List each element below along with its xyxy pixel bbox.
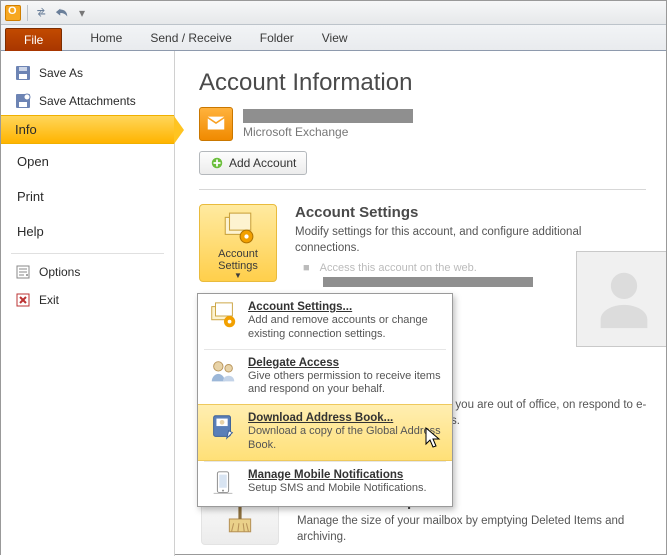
dropdown-item-title: Account Settings...: [248, 301, 442, 313]
backstage-sidebar: Save As Save Attachments Info Open Print…: [1, 51, 175, 556]
mouse-cursor-icon: [425, 427, 443, 449]
dropdown-delegate-access[interactable]: Delegate Access Give others permission t…: [198, 350, 452, 405]
bullet-icon: ■: [303, 262, 310, 274]
address-book-icon: [208, 412, 238, 442]
dropdown-mobile-notifications[interactable]: Manage Mobile Notifications Setup SMS an…: [198, 462, 452, 506]
undo-icon[interactable]: [54, 5, 70, 21]
sidebar-exit[interactable]: Exit: [1, 286, 174, 314]
plus-icon: [210, 156, 224, 170]
dropdown-item-desc: Download a copy of the Global Address Bo…: [248, 425, 442, 453]
dropdown-item-desc: Give others permission to receive items …: [248, 370, 442, 398]
section-desc: Manage the size of your mailbox by empty…: [297, 514, 658, 545]
tab-view[interactable]: View: [308, 26, 362, 50]
sidebar-separator: [11, 253, 164, 254]
sidebar-open[interactable]: Open: [1, 144, 174, 179]
tab-home[interactable]: Home: [76, 26, 136, 50]
sidebar-item-label: Save As: [39, 66, 83, 80]
sidebar-print[interactable]: Print: [1, 179, 174, 214]
dropdown-item-desc: Setup SMS and Mobile Notifications.: [248, 482, 427, 496]
account-settings-button[interactable]: Account Settings ▼: [199, 204, 277, 282]
section-title: Account Settings: [295, 204, 646, 221]
dropdown-account-settings[interactable]: Account Settings... Add and remove accou…: [198, 294, 452, 349]
account-name-redacted: [243, 109, 413, 123]
dropdown-item-title: Manage Mobile Notifications: [248, 469, 427, 481]
account-row: Microsoft Exchange: [199, 107, 646, 141]
dropdown-caret-icon: ▼: [234, 271, 242, 280]
save-attachments-icon: [15, 93, 31, 109]
sidebar-options[interactable]: Options: [1, 258, 174, 286]
sidebar-item-label: Exit: [39, 293, 59, 307]
divider: [199, 189, 646, 190]
account-settings-icon: [221, 211, 255, 245]
account-icon: [199, 107, 233, 141]
ribbon: File Home Send / Receive Folder View: [1, 25, 666, 51]
contact-avatar: [576, 251, 666, 347]
button-label: Account Settings: [200, 248, 276, 272]
sidebar-save-attachments[interactable]: Save Attachments: [1, 87, 174, 115]
url-redacted: [323, 277, 533, 287]
account-type: Microsoft Exchange: [243, 125, 348, 139]
add-account-label: Add Account: [229, 156, 296, 170]
delegate-icon: [208, 357, 238, 387]
mobile-icon: [208, 469, 238, 499]
sidebar-item-label: Open: [17, 154, 49, 169]
tab-folder[interactable]: Folder: [246, 26, 308, 50]
account-settings-icon: [208, 301, 238, 331]
add-account-button[interactable]: Add Account: [199, 151, 307, 175]
sidebar-item-label: Options: [39, 265, 80, 279]
title-bar: ▾: [1, 1, 666, 25]
save-icon: [15, 65, 31, 81]
sidebar-item-label: Help: [17, 224, 44, 239]
options-icon: [15, 264, 31, 280]
sidebar-save-as[interactable]: Save As: [1, 59, 174, 87]
sidebar-info[interactable]: Info: [1, 115, 174, 144]
tab-send-receive[interactable]: Send / Receive: [136, 26, 245, 50]
bullet-text: Access this account on the web.: [320, 262, 477, 274]
dropdown-item-desc: Add and remove accounts or change existi…: [248, 314, 442, 342]
sidebar-item-label: Info: [15, 122, 37, 137]
dropdown-item-title: Download Address Book...: [248, 412, 442, 424]
dropdown-download-address-book[interactable]: Download Address Book... Download a copy…: [198, 404, 452, 461]
sidebar-item-label: Save Attachments: [39, 94, 136, 108]
exit-icon: [15, 292, 31, 308]
sidebar-help[interactable]: Help: [1, 214, 174, 249]
qat-separator: [27, 5, 28, 21]
file-tab[interactable]: File: [5, 28, 62, 51]
qat-dropdown-icon[interactable]: ▾: [74, 5, 90, 21]
account-settings-dropdown: Account Settings... Add and remove accou…: [197, 293, 453, 507]
dropdown-item-title: Delegate Access: [248, 357, 442, 369]
broom-icon: [223, 502, 257, 536]
sidebar-item-label: Print: [17, 189, 44, 204]
app-icon: [5, 5, 21, 21]
page-title: Account Information: [199, 69, 646, 97]
send-receive-icon[interactable]: [34, 5, 50, 21]
